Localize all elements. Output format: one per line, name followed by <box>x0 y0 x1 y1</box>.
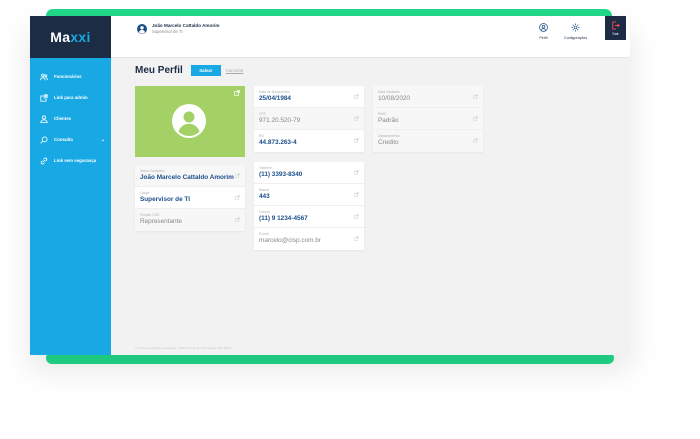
field-cdd-role[interactable]: Função CDD Representante <box>135 209 245 231</box>
edit-icon[interactable] <box>354 192 359 197</box>
field-birth-date[interactable]: Data de Nascimento 25/04/1984 <box>254 86 364 108</box>
sidebar-item-clientes[interactable]: Clientes <box>30 108 111 129</box>
edit-icon[interactable] <box>354 214 359 219</box>
field-value: (11) 9 1234-4567 <box>259 215 308 222</box>
edit-icon[interactable] <box>473 94 478 99</box>
field-value: 971.20.520-79 <box>259 117 301 124</box>
sidebar-item-label: Link para admin <box>54 95 88 100</box>
current-user: João Marcelo Cattaldo Amorim Supervisor … <box>137 23 219 35</box>
sidebar-item-consulta[interactable]: Consulta ⌄ <box>30 129 111 150</box>
edit-icon[interactable] <box>235 217 240 222</box>
field-profile[interactable]: Perfil Padrão <box>373 108 483 130</box>
sidebar-item-label: Funcionários <box>54 74 82 79</box>
edit-icon[interactable] <box>473 138 478 143</box>
sidebar-item-label: Clientes <box>54 116 72 121</box>
top-bar: João Marcelo Cattaldo Amorim Supervisor … <box>111 16 630 58</box>
field-cpf[interactable]: CPF 971.20.520-79 <box>254 108 364 130</box>
documents-card: Data de Nascimento 25/04/1984 CPF 971.20… <box>254 86 364 152</box>
external-link-icon <box>39 93 49 103</box>
field-extension[interactable]: Ramal 443 <box>254 184 364 206</box>
settings-button[interactable]: Configurações <box>564 23 587 40</box>
logout-button[interactable]: Sair <box>605 16 626 40</box>
field-position[interactable]: Cargo Supervisor de TI <box>135 187 245 209</box>
logout-label: Sair <box>612 31 619 36</box>
footer-copyright: © Todos os direitos reservados. CISP Cen… <box>135 346 232 350</box>
field-full-name[interactable]: Nome Completo João Marcelo Cattaldo Amor… <box>135 165 245 187</box>
sidebar-item-label: Link sem segurança <box>54 158 97 163</box>
settings-label: Configurações <box>564 36 588 40</box>
brand-logo[interactable]: Ma xxi <box>30 16 111 58</box>
sidebar-item-link-admin[interactable]: Link para admin <box>30 87 111 108</box>
edit-photo-icon[interactable] <box>234 90 240 96</box>
title-row: Meu Perfil Salvar Cancelar <box>135 65 243 76</box>
edit-icon[interactable] <box>235 173 240 178</box>
user-role: Supervisor de TI <box>152 29 183 34</box>
gear-icon <box>571 23 580 32</box>
user-icon <box>39 114 49 124</box>
search-icon <box>39 135 49 145</box>
field-rg[interactable]: RG 44.873.263-4 <box>254 130 364 152</box>
sidebar-item-label: Consulta <box>54 137 73 142</box>
field-value: marcelo@cisp.com.br <box>259 237 321 244</box>
link-icon <box>39 156 49 166</box>
sidebar: Ma xxi Funcionários Link para admin Clien… <box>30 16 111 355</box>
logout-icon <box>612 20 620 30</box>
avatar-placeholder-icon <box>172 104 206 138</box>
field-value: Credito <box>378 139 399 146</box>
profile-photo <box>135 86 245 157</box>
chevron-down-icon[interactable]: ⌄ <box>101 137 105 143</box>
sidebar-item-link-sem-seguranca[interactable]: Link sem segurança <box>30 150 111 171</box>
edit-icon[interactable] <box>354 170 359 175</box>
field-email[interactable]: E-mail marcelo@cisp.com.br <box>254 228 364 250</box>
field-value: (11) 3393-8340 <box>259 171 303 178</box>
field-department[interactable]: Departamento Credito <box>373 130 483 152</box>
page-title: Meu Perfil <box>135 65 183 76</box>
field-value: 10/08/2020 <box>378 95 410 102</box>
save-button[interactable]: Salvar <box>190 65 221 76</box>
user-circle-icon <box>539 23 548 32</box>
field-value: Supervisor de TI <box>140 196 191 203</box>
field-value: 25/04/1984 <box>259 95 291 102</box>
field-value: Representante <box>140 218 182 225</box>
field-value: João Marcelo Cattaldo Amorim <box>140 174 234 181</box>
field-value: Padrão <box>378 117 399 124</box>
field-phone[interactable]: Telefone (11) 3393-8340 <box>254 162 364 184</box>
edit-icon[interactable] <box>354 116 359 121</box>
logo-accent-text: xxi <box>70 29 91 45</box>
field-value: 44.873.263-4 <box>259 139 297 146</box>
contact-card: Telefone (11) 3393-8340 Ramal 443 Celula… <box>254 162 364 250</box>
profile-label: Perfil <box>539 36 548 40</box>
edit-icon[interactable] <box>473 116 478 121</box>
company-info-card: Data Cadastro 10/08/2020 Perfil Padrão D… <box>373 86 483 152</box>
personal-info-card: Nome Completo João Marcelo Cattaldo Amor… <box>135 165 245 231</box>
cancel-button[interactable]: Cancelar <box>226 68 244 73</box>
logo-text: Ma <box>50 29 71 45</box>
edit-icon[interactable] <box>354 94 359 99</box>
profile-button[interactable]: Perfil <box>539 23 548 40</box>
field-registration-date[interactable]: Data Cadastro 10/08/2020 <box>373 86 483 108</box>
users-icon <box>39 72 49 82</box>
main-content: Meu Perfil Salvar Cancelar Nome Completo… <box>111 58 630 355</box>
edit-icon[interactable] <box>235 195 240 200</box>
edit-icon[interactable] <box>354 236 359 241</box>
sidebar-nav: Funcionários Link para admin Clientes Co… <box>30 58 111 171</box>
field-mobile[interactable]: Celular (11) 9 1234-4567 <box>254 206 364 228</box>
sidebar-item-funcionarios[interactable]: Funcionários <box>30 66 111 87</box>
user-avatar-icon <box>137 24 147 34</box>
field-value: 443 <box>259 193 270 200</box>
edit-icon[interactable] <box>354 138 359 143</box>
app-window: Ma xxi Funcionários Link para admin Clien… <box>30 16 630 355</box>
